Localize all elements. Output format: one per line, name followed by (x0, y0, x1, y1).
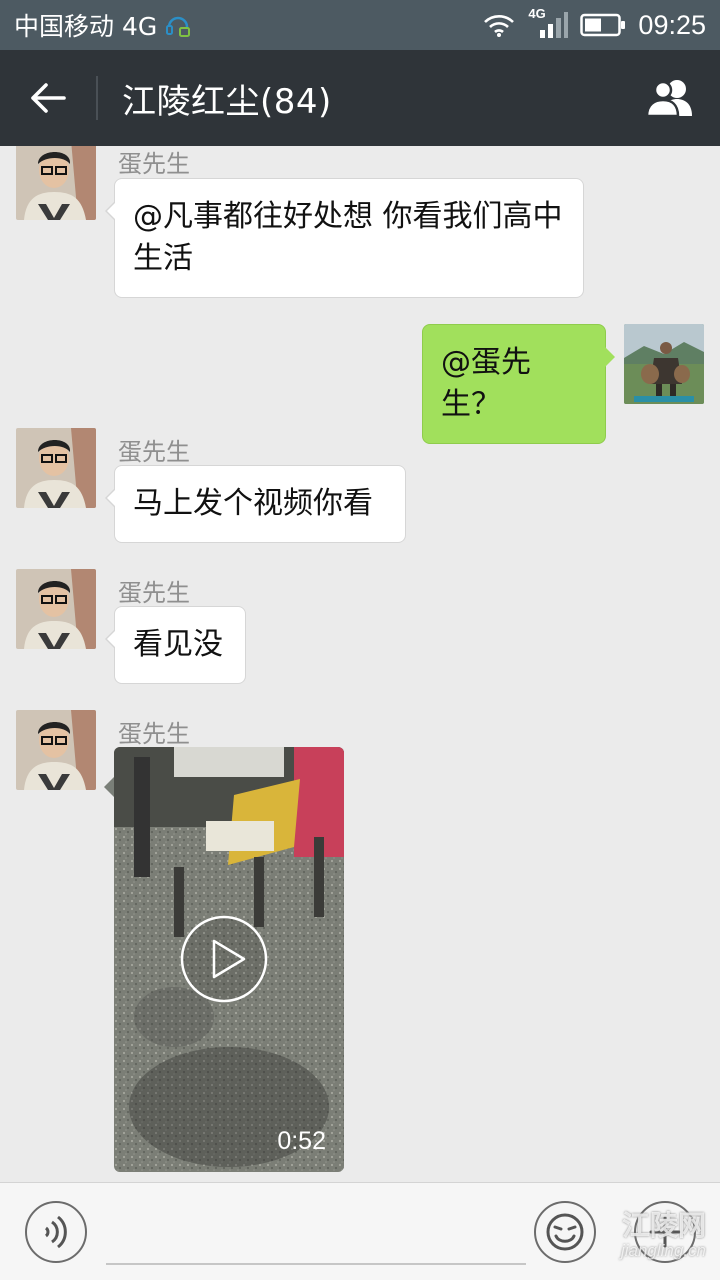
avatar[interactable] (16, 569, 96, 649)
battery-icon (580, 13, 626, 37)
header-divider (96, 76, 98, 120)
input-bar: 江陵网 jiangling.cn (0, 1182, 720, 1280)
sender-name: 蛋先生 (118, 720, 190, 748)
avatar[interactable] (16, 146, 96, 220)
message-text: 马上发个视频你看 (133, 486, 373, 521)
arrow-left-icon (31, 83, 66, 113)
message-bubble[interactable]: 马上发个视频你看 (105, 465, 406, 543)
emoji-icon (546, 1213, 584, 1251)
carrier-label: 中国移动 4G (14, 12, 158, 41)
group-members-icon (645, 80, 692, 118)
voice-button[interactable] (25, 1201, 87, 1263)
wifi-icon (484, 15, 515, 37)
message-text: @蛋先生？ (441, 345, 531, 422)
sender-name: 蛋先生 (118, 150, 190, 178)
emoji-button[interactable] (534, 1201, 596, 1263)
sender-name: 蛋先生 (118, 579, 190, 607)
play-icon[interactable] (180, 915, 268, 1003)
signal-icon: 4G (528, 6, 569, 40)
back-button[interactable] (0, 50, 96, 146)
avatar[interactable] (16, 428, 96, 508)
message-bubble[interactable]: 看见没 (105, 606, 246, 684)
message-text: 看见没 (133, 627, 223, 662)
avatar-self[interactable] (624, 324, 704, 404)
message-input[interactable] (106, 1263, 526, 1265)
plus-icon (649, 1216, 681, 1248)
headset-icon (166, 16, 191, 37)
video-message[interactable]: 0:52 (114, 747, 344, 1172)
plus-button[interactable] (634, 1201, 696, 1263)
avatar[interactable] (16, 710, 96, 790)
message-bubble[interactable]: @凡事都往好处想 你看我们高中生活 (105, 178, 584, 298)
status-bar: 中国移动 4G 4G 09:25 (0, 0, 720, 50)
video-duration: 0:52 (277, 1127, 326, 1155)
chat-title: 江陵红尘(84) (122, 81, 332, 122)
clock: 09:25 (638, 9, 706, 40)
group-info-button[interactable] (624, 50, 720, 146)
message-list[interactable]: 蛋先生 @凡事都往好处想 你看我们高中生活 @蛋先生？ 蛋先生 马上发个视频你看… (0, 146, 720, 1182)
message-bubble-outgoing[interactable]: @蛋先生？ (422, 324, 615, 444)
voice-icon (44, 1215, 67, 1249)
video-bubble-tail (104, 777, 114, 797)
sender-name: 蛋先生 (118, 438, 190, 466)
message-text: @凡事都往好处想 你看我们高中生活 (133, 199, 563, 276)
chat-header: 江陵红尘(84) (0, 50, 720, 146)
